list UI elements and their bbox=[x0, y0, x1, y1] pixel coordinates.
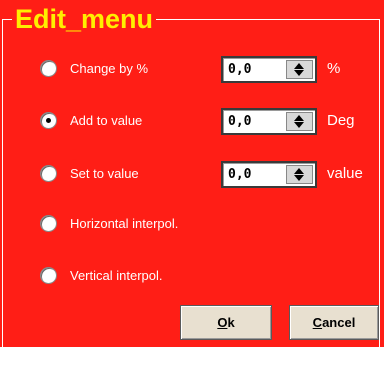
spin-set-to-value[interactable]: 0,0 bbox=[221, 161, 317, 188]
radio-add-to-value[interactable] bbox=[40, 112, 57, 129]
spin-value: 0,0 bbox=[228, 114, 252, 129]
unit-percent: % bbox=[327, 60, 341, 77]
radio-change-by-percent[interactable] bbox=[40, 60, 57, 77]
spin-add-to-value[interactable]: 0,0 bbox=[221, 108, 317, 135]
label-horizontal-interpol: Horizontal interpol. bbox=[70, 216, 179, 231]
label-set-to-value: Set to value bbox=[70, 166, 139, 181]
radio-set-to-value[interactable] bbox=[40, 165, 57, 182]
radio-horizontal-interpol[interactable] bbox=[40, 215, 57, 232]
cancel-accelerator: C bbox=[312, 315, 323, 330]
ok-label-rest: k bbox=[227, 315, 235, 330]
spin-up-icon[interactable] bbox=[294, 115, 304, 121]
dialog-title: Edit_menu bbox=[12, 5, 157, 33]
ok-accelerator: O bbox=[217, 315, 228, 330]
label-change-by-percent: Change by % bbox=[70, 61, 149, 76]
spin-value: 0,0 bbox=[228, 167, 252, 182]
option-row-set-to-value: Set to value 0,0 value bbox=[0, 160, 384, 188]
option-row-vertical-interpol: Vertical interpol. bbox=[0, 262, 384, 288]
radio-vertical-interpol[interactable] bbox=[40, 267, 57, 284]
label-add-to-value: Add to value bbox=[70, 113, 143, 128]
spin-up-icon[interactable] bbox=[294, 63, 304, 69]
radio-selected-dot bbox=[46, 118, 51, 123]
option-row-horizontal-interpol: Horizontal interpol. bbox=[0, 210, 384, 236]
spin-up-icon[interactable] bbox=[294, 168, 304, 174]
cancel-label-rest: ancel bbox=[322, 315, 356, 330]
label-vertical-interpol: Vertical interpol. bbox=[70, 268, 163, 283]
cancel-button[interactable]: Cancel bbox=[289, 305, 379, 340]
option-row-change-by-percent: Change by % 0,0 % bbox=[0, 55, 384, 83]
spin-down-icon[interactable] bbox=[294, 70, 304, 76]
spin-down-icon[interactable] bbox=[294, 122, 304, 128]
spin-buttons[interactable] bbox=[286, 112, 313, 131]
spin-change-by-percent[interactable]: 0,0 bbox=[221, 56, 317, 83]
spin-value: 0,0 bbox=[228, 62, 252, 77]
spin-down-icon[interactable] bbox=[294, 175, 304, 181]
ok-button[interactable]: Ok bbox=[180, 305, 272, 340]
spin-buttons[interactable] bbox=[286, 165, 313, 184]
edit-menu-panel: Edit_menu Change by % 0,0 % Add to value… bbox=[0, 0, 384, 367]
spin-buttons[interactable] bbox=[286, 60, 313, 79]
option-row-add-to-value: Add to value 0,0 Deg bbox=[0, 107, 384, 135]
unit-deg: Deg bbox=[327, 112, 355, 129]
unit-value: value bbox=[327, 165, 363, 182]
